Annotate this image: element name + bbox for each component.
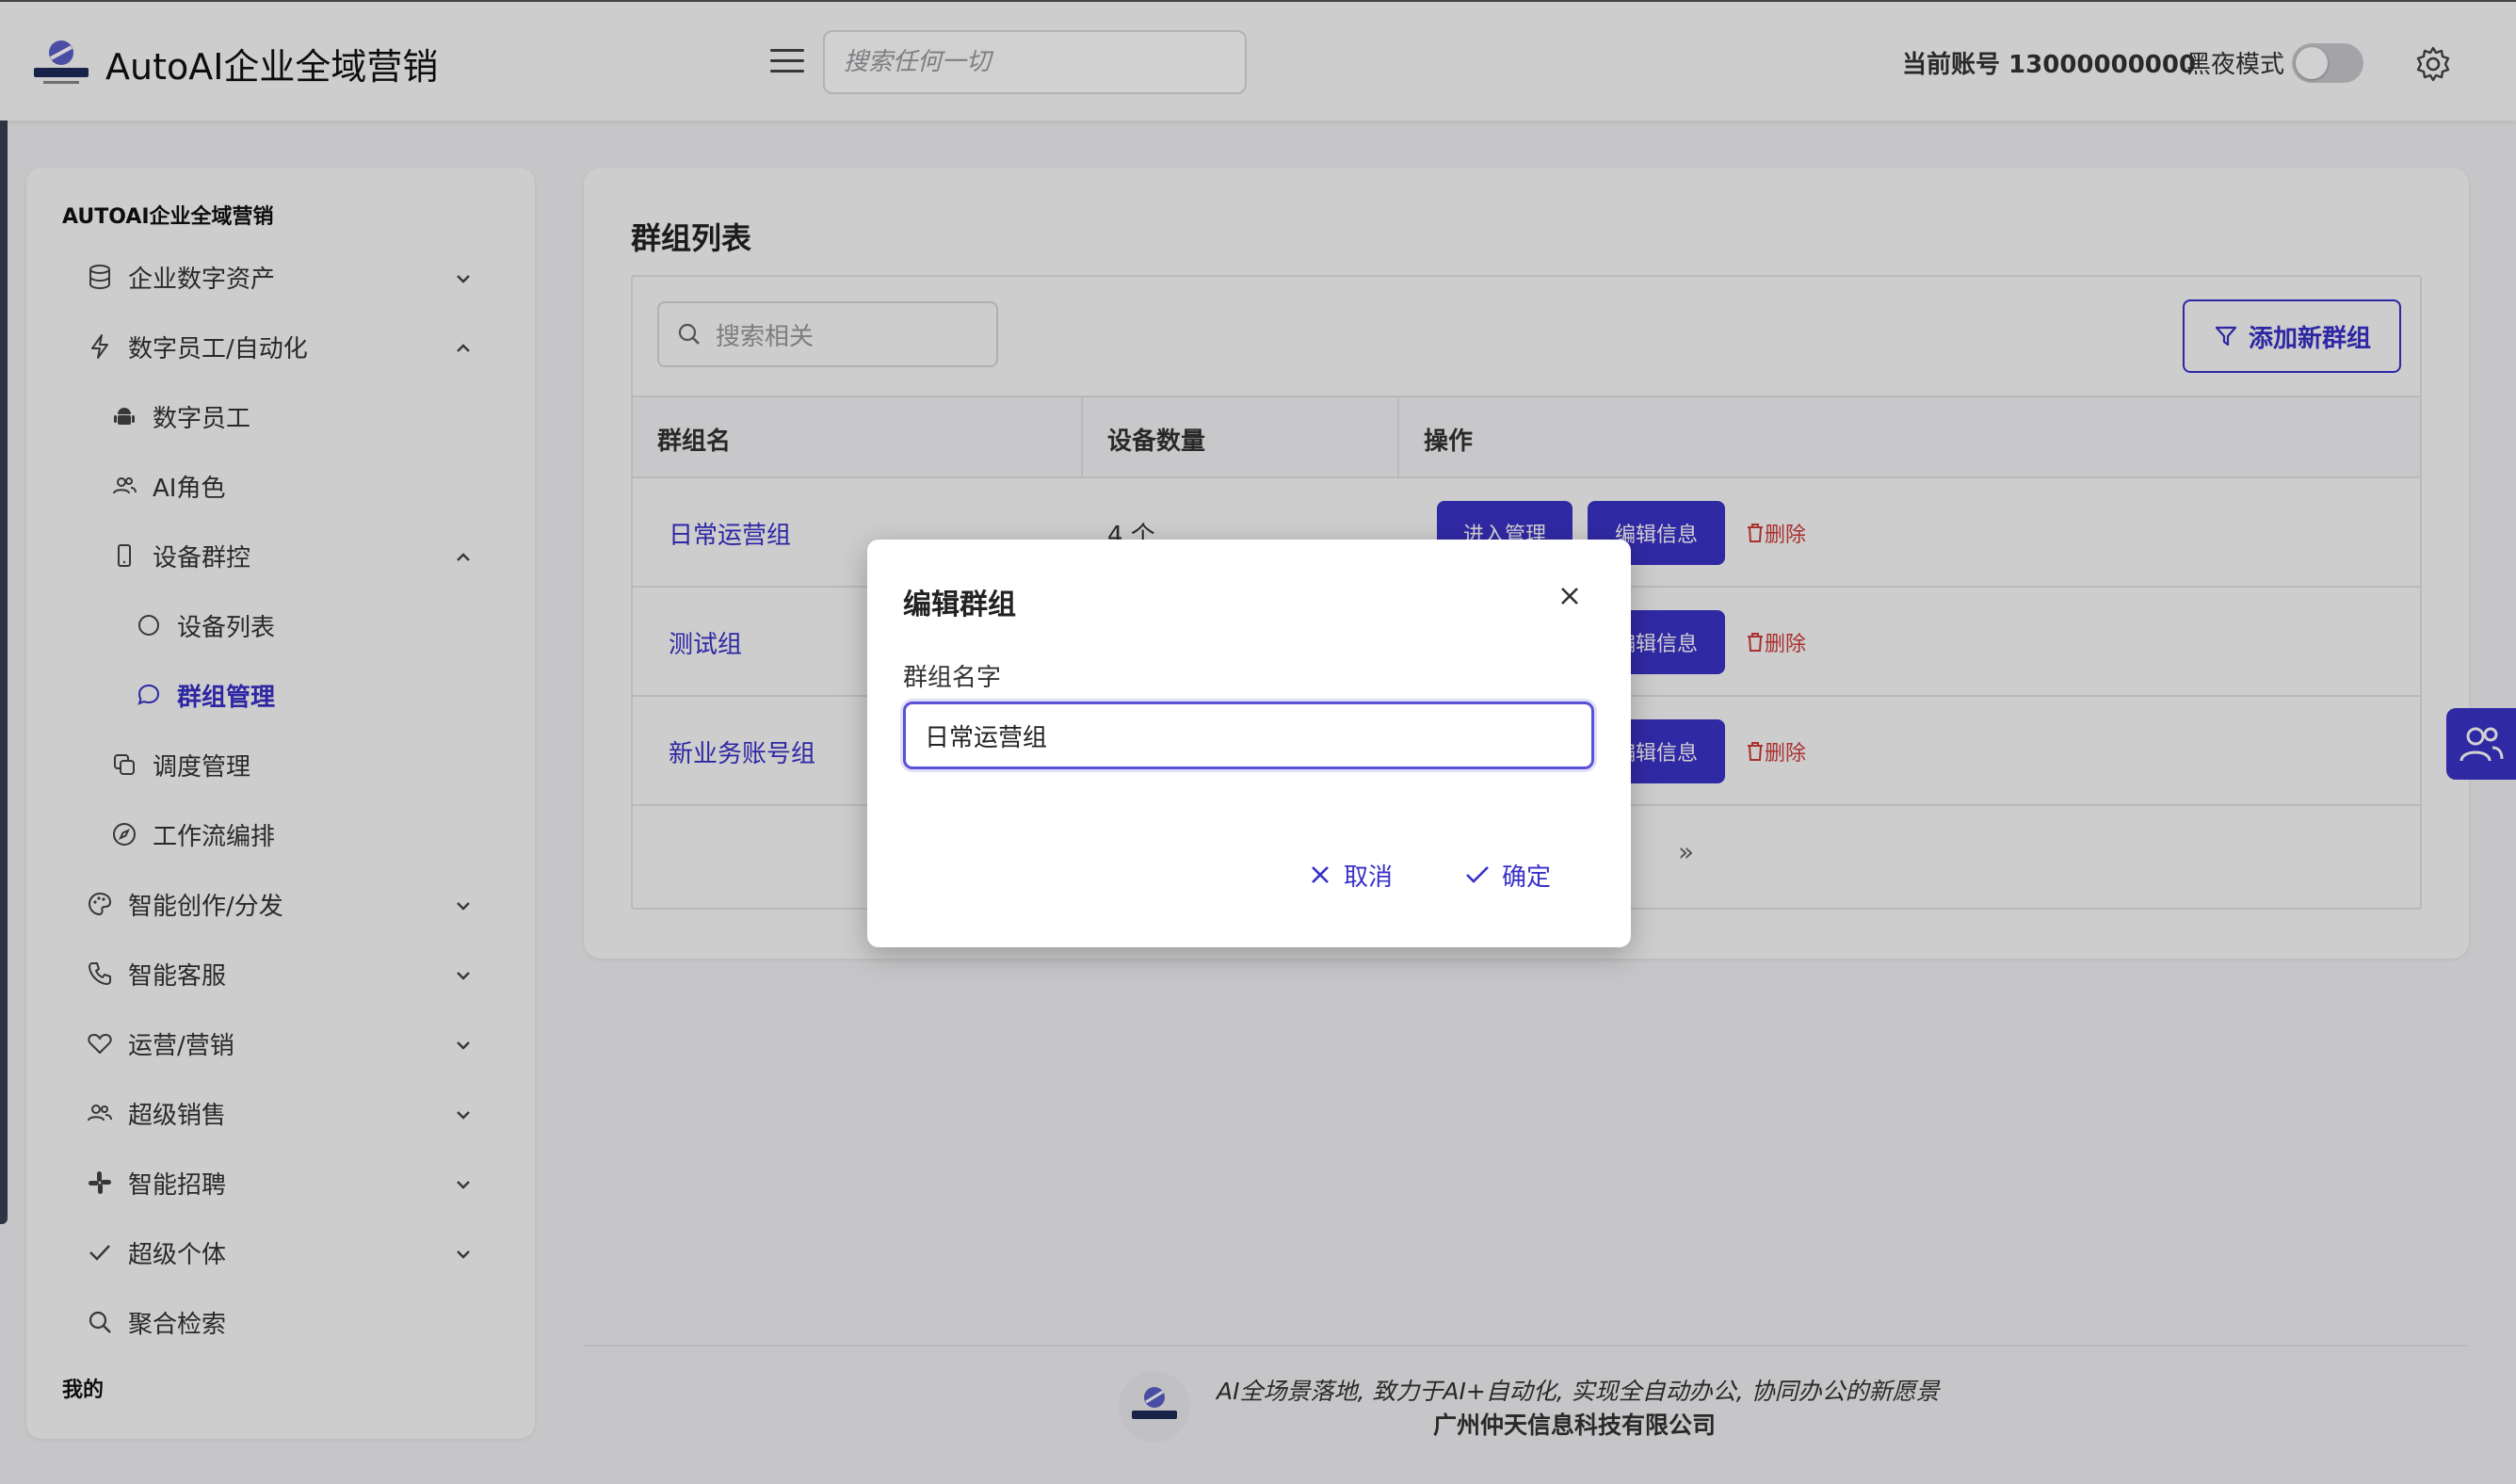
close-icon[interactable] [1555, 581, 1585, 611]
cancel-label: 取消 [1344, 863, 1394, 892]
confirm-button[interactable]: 确定 [1464, 854, 1551, 895]
group-name-input[interactable] [903, 702, 1594, 769]
app-root: AutoAI企业全域营销 当前账号 13000000000 黑夜模式 AUTOA… [0, 0, 2516, 1484]
edit-group-dialog: 编辑群组 群组名字 取消 确定 [867, 540, 1631, 947]
confirm-label: 确定 [1502, 863, 1552, 892]
check-icon [1466, 866, 1489, 883]
cancel-button[interactable]: 取消 [1308, 854, 1393, 895]
group-name-label: 群组名字 [903, 664, 1002, 692]
close-icon [1312, 866, 1329, 883]
dialog-title: 编辑群组 [903, 589, 1016, 621]
